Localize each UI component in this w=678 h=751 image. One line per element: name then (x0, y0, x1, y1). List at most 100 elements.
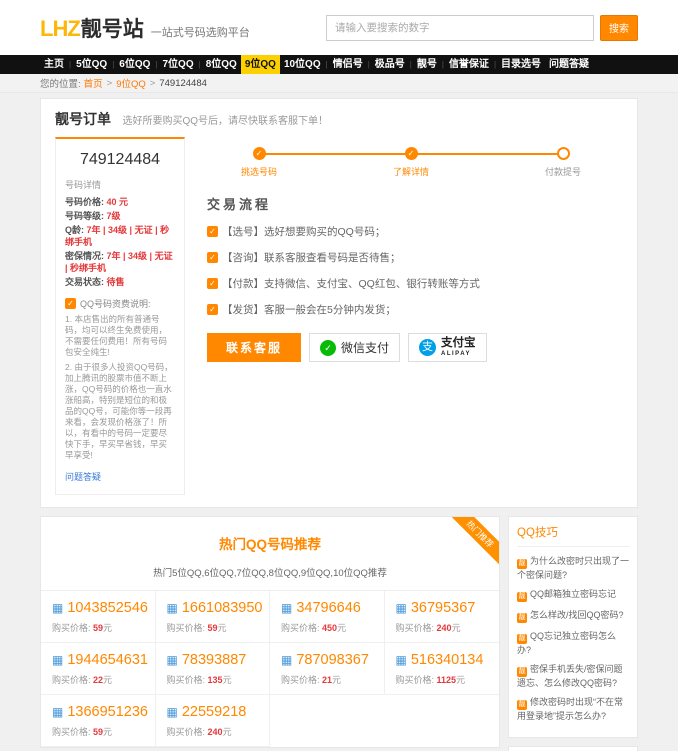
check-icon: ✓ (207, 304, 218, 315)
price-label: 购买价格: (167, 623, 206, 633)
wechat-icon: ✓ (320, 340, 336, 356)
price-label: 购买价格: (52, 623, 91, 633)
nav-item-10qq[interactable]: 10位QQ (280, 55, 325, 74)
nav-item-liang[interactable]: 靓号 (413, 55, 441, 74)
wechat-pay-button[interactable]: ✓ 微信支付 (309, 333, 400, 362)
breadcrumb-current: 749124484 (159, 78, 207, 89)
price-value: 21 (322, 675, 332, 685)
price-value: 59 (93, 623, 103, 633)
price-unit: 元 (223, 727, 232, 737)
alipay-button[interactable]: 支 支付宝 ALIPAY (408, 333, 487, 362)
breadcrumb-category-link[interactable]: 9位QQ (116, 76, 146, 90)
price-unit: 元 (103, 727, 112, 737)
contact-service-button[interactable]: 联系客服 (207, 333, 301, 362)
faq-link[interactable]: 问题答疑 (65, 470, 101, 483)
hot-number-link[interactable]: 22559218 (182, 704, 247, 720)
tip-link[interactable]: 怎么样改/找回QQ密码? (530, 610, 624, 620)
hot-number-card[interactable]: ▦78393887 购买价格: 135元 (156, 643, 271, 695)
hot-numbers-section: 热门推荐 热门QQ号码推荐 热门5位QQ,6位QQ,7位QQ,8位QQ,9位QQ… (40, 516, 500, 748)
nav-item-premium[interactable]: 极品号 (371, 55, 409, 74)
nav-item-6qq[interactable]: 6位QQ (115, 55, 154, 74)
site-logo[interactable]: LHZ 靓号站 一站式号码选购平台 (40, 13, 250, 43)
hot-number-card[interactable]: ▦34796646 购买价格: 450元 (270, 591, 385, 643)
hot-number-link[interactable]: 516340134 (411, 652, 484, 668)
nav-item-5qq[interactable]: 5位QQ (72, 55, 111, 74)
liang-badge-icon: 靓 (517, 559, 527, 569)
liang-badge-icon: 靓 (517, 700, 527, 710)
hot-number-card[interactable]: ▦1944654631 购买价格: 22元 (41, 643, 156, 695)
detail-label-text: 号码价格: (65, 197, 104, 207)
price-label: 购买价格: (396, 675, 435, 685)
nav-separator: | (442, 60, 444, 69)
hot-number-link[interactable]: 78393887 (182, 652, 247, 668)
hot-number-card[interactable]: ▦1043852546 购买价格: 59元 (41, 591, 156, 643)
price-label: 购买价格: (52, 675, 91, 685)
nav-item-faq[interactable]: 问题答疑 (545, 55, 593, 74)
process-text: 【发货】客服一般会在5分钟内发货； (222, 302, 396, 317)
keypad-icon: ▦ (167, 653, 178, 667)
hot-number-card[interactable]: ▦36795367 购买价格: 240元 (385, 591, 500, 643)
number-detail-panel: 749124484 号码详情 号码价格: 40 元 号码等级: 7级 Q龄: 7… (55, 137, 185, 495)
tip-link[interactable]: 修改密码时出现“不在常用登录地”提示怎么办? (517, 697, 623, 721)
price-unit: 元 (218, 623, 227, 633)
hot-number-link[interactable]: 1661083950 (182, 600, 263, 616)
price-label: 购买价格: (281, 675, 320, 685)
progress-steps: ✓ 挑选号码 ✓ 了解详情 付款提号 (235, 147, 587, 178)
tip-item: 靓QQ邮箱独立密码忘记 (517, 588, 629, 602)
step-done-icon: ✓ (253, 147, 266, 160)
keypad-icon: ▦ (167, 601, 178, 615)
hot-number-link[interactable]: 1043852546 (67, 600, 148, 616)
hot-number-card[interactable]: ▦1661083950 购买价格: 59元 (156, 591, 271, 643)
keypad-icon: ▦ (396, 601, 407, 615)
step-view-details: ✓ 了解详情 (387, 147, 435, 178)
tip-link[interactable]: QQ邮箱独立密码忘记 (530, 589, 616, 599)
order-section: 靓号订单 选好所要购买QQ号后，请尽快联系客服下单！ 749124484 号码详… (40, 98, 638, 508)
hot-number-card[interactable]: ▦516340134 购买价格: 1125元 (385, 643, 500, 695)
tip-link[interactable]: QQ忘记独立密码怎么办? (517, 631, 616, 655)
hot-number-link[interactable]: 36795367 (411, 600, 476, 616)
breadcrumb-home-link[interactable]: 首页 (84, 76, 103, 90)
price-label: 购买价格: (281, 623, 320, 633)
hot-number-link[interactable]: 34796646 (296, 600, 361, 616)
hot-number-link[interactable]: 787098367 (296, 652, 369, 668)
process-item-consult: ✓【咨询】联系客服查看号码是否待售； (207, 250, 613, 265)
tip-item: 靓怎么样改/找回QQ密码? (517, 609, 629, 623)
price-unit: 元 (452, 623, 461, 633)
nav-separator: | (112, 60, 114, 69)
nav-item-9qq[interactable]: 9位QQ (241, 55, 280, 74)
nav-separator: | (326, 60, 328, 69)
search-button[interactable]: 搜索 (600, 15, 638, 41)
nav-item-catalog[interactable]: 目录选号 (497, 55, 545, 74)
detail-row-security: 密保情况: 7年 | 34级 | 无证 | 秒绑手机 (65, 250, 175, 274)
price-unit: 元 (223, 675, 232, 685)
hot-number-card[interactable]: ▦787098367 购买价格: 21元 (270, 643, 385, 695)
detail-row-status: 交易状态: 待售 (65, 276, 175, 288)
tip-link[interactable]: 密保手机丢失/密保问题遗忘、怎么修改QQ密码? (517, 664, 623, 688)
logo-lhz: LHZ (40, 16, 80, 42)
liang-badge-icon: 靓 (517, 667, 527, 677)
nav-item-couple[interactable]: 情侣号 (329, 55, 367, 74)
notice-item: 1. 本店售出的所有普通号码，均可以终生免费使用，不需要任何费用！所有号码包安全… (65, 314, 175, 358)
hot-grid: ▦1043852546 购买价格: 59元 ▦1661083950 购买价格: … (41, 591, 499, 747)
price-unit: 元 (337, 623, 346, 633)
price-value: 22 (93, 675, 103, 685)
nav-separator: | (410, 60, 412, 69)
nav-item-credit[interactable]: 信誉保证 (445, 55, 493, 74)
hot-number-link[interactable]: 1944654631 (67, 652, 148, 668)
step-done-icon: ✓ (405, 147, 418, 160)
tip-item: 靓修改密码时出现“不在常用登录地”提示怎么办? (517, 696, 629, 722)
search-input[interactable] (326, 15, 594, 41)
check-icon: ✓ (207, 252, 218, 263)
tip-link[interactable]: 为什么改密时只出现了一个密保问题? (517, 556, 629, 580)
tip-item: 靓QQ忘记独立密码怎么办? (517, 630, 629, 656)
hot-number-link[interactable]: 1366951236 (67, 704, 148, 720)
hot-number-card[interactable]: ▦1366951236 购买价格: 59元 (41, 695, 156, 747)
hot-number-card[interactable]: ▦22559218 购买价格: 240元 (156, 695, 271, 747)
keypad-icon: ▦ (396, 653, 407, 667)
details-label: 号码详情 (65, 178, 175, 191)
qq-tips-panel: QQ技巧 靓为什么改密时只出现了一个密保问题? 靓QQ邮箱独立密码忘记 靓怎么样… (508, 516, 638, 738)
nav-item-7qq[interactable]: 7位QQ (158, 55, 197, 74)
nav-item-home[interactable]: 主页 (40, 55, 68, 74)
nav-item-8qq[interactable]: 8位QQ (202, 55, 241, 74)
step-label: 挑选号码 (241, 165, 277, 178)
